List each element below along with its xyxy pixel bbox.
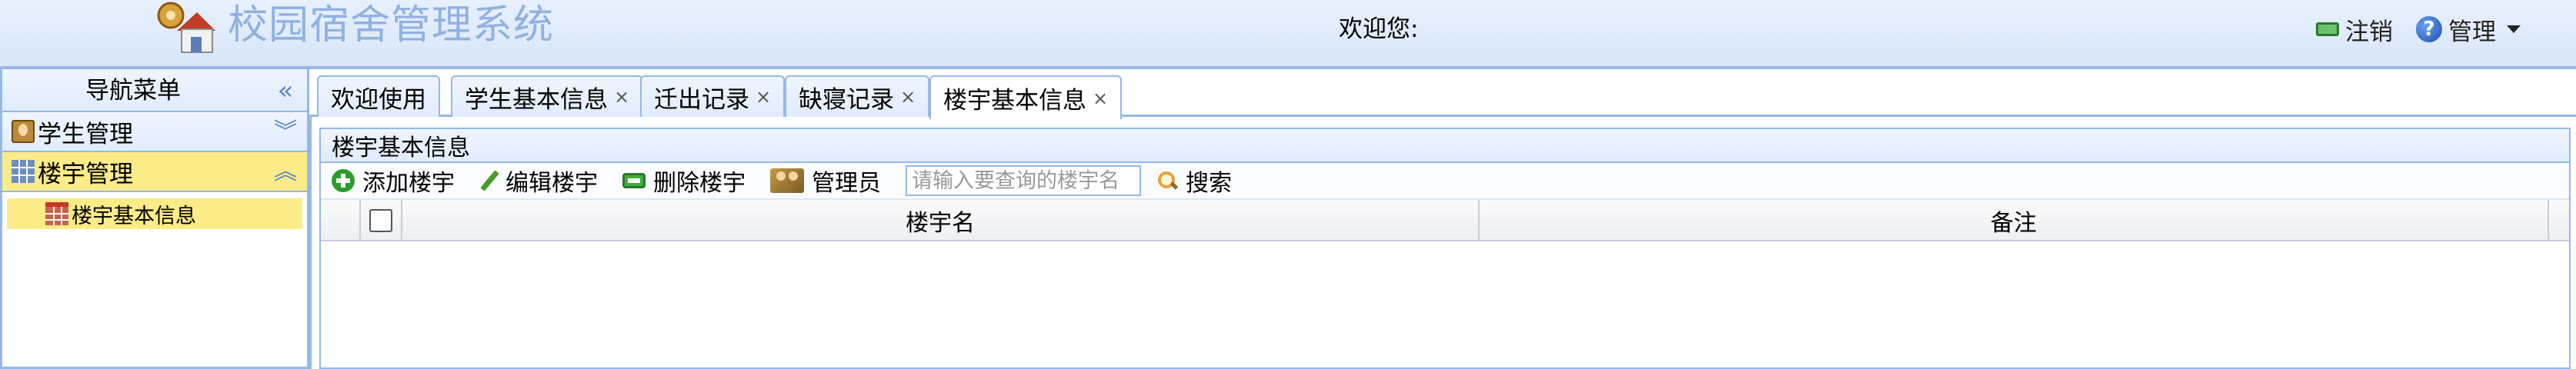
nav-section-building[interactable]: 楼宇管理 ︽ bbox=[2, 152, 307, 192]
add-building-label: 添加楼宇 bbox=[362, 170, 455, 197]
users-icon bbox=[770, 168, 804, 193]
select-all-cell bbox=[361, 200, 402, 241]
nav-section-student[interactable]: 学生管理 ︾ bbox=[2, 112, 307, 152]
close-icon[interactable]: × bbox=[900, 86, 916, 108]
help-icon: ? bbox=[2416, 16, 2442, 42]
house-gear-logo-icon bbox=[157, 2, 215, 53]
toolbar: 添加楼宇 编辑楼宇 删除楼宇 管理员 搜索 bbox=[321, 163, 2569, 200]
expand-down-icon[interactable]: ︾ bbox=[272, 117, 299, 148]
building-grid-icon bbox=[12, 160, 35, 183]
tab-moveout-records[interactable]: 迁出记录 × bbox=[640, 75, 786, 117]
close-icon[interactable]: × bbox=[756, 86, 771, 108]
pencil-icon bbox=[479, 169, 498, 192]
nav-item-label: 楼宇基本信息 bbox=[72, 204, 196, 228]
tab-label: 学生基本信息 bbox=[465, 85, 608, 114]
panel-title: 楼宇基本信息 bbox=[321, 129, 2569, 163]
grid-body bbox=[321, 241, 2569, 367]
nav-section-body: 楼宇基本信息 bbox=[2, 192, 307, 229]
logout-label: 注销 bbox=[2345, 18, 2393, 46]
close-icon[interactable]: × bbox=[614, 86, 629, 108]
tab-label: 楼宇基本信息 bbox=[943, 87, 1086, 115]
edit-building-label: 编辑楼宇 bbox=[506, 170, 598, 197]
search-button[interactable]: 搜索 bbox=[1156, 164, 1232, 198]
edit-building-button[interactable]: 编辑楼宇 bbox=[479, 164, 598, 198]
select-all-checkbox[interactable] bbox=[369, 209, 392, 232]
grid-header: 楼宇名 备注 bbox=[321, 200, 2569, 241]
delete-building-button[interactable]: 删除楼宇 bbox=[622, 164, 746, 198]
collapse-left-icon[interactable]: « bbox=[272, 75, 299, 106]
tab-label: 欢迎使用 bbox=[331, 85, 426, 114]
tab-student-info[interactable]: 学生基本信息 × bbox=[451, 75, 644, 117]
logout-button[interactable]: 注销 bbox=[2316, 12, 2393, 46]
app-header: 校园宿舍管理系统 欢迎您: 注销 ? 管理 bbox=[0, 0, 2576, 69]
welcome-text: 欢迎您: bbox=[1339, 15, 1419, 43]
main-content: 楼宇基本信息 添加楼宇 编辑楼宇 删除楼宇 管理员 搜索 bbox=[309, 117, 2576, 369]
nav-title: 导航菜单 bbox=[85, 77, 181, 105]
tab-welcome[interactable]: 欢迎使用 bbox=[317, 75, 440, 117]
chevron-down-icon bbox=[2507, 25, 2521, 33]
add-building-button[interactable]: 添加楼宇 bbox=[332, 164, 455, 198]
admin-label: 管理 bbox=[2448, 18, 2496, 46]
collapse-up-icon[interactable]: ︽ bbox=[272, 157, 299, 188]
app-title: 校园宿舍管理系统 bbox=[228, 2, 555, 48]
manager-button[interactable]: 管理员 bbox=[770, 164, 881, 198]
manager-label: 管理员 bbox=[812, 170, 881, 197]
search-label: 搜索 bbox=[1186, 170, 1232, 197]
tab-bar: 欢迎使用 学生基本信息 × 迁出记录 × 缺寝记录 × 楼宇基本信息 × bbox=[309, 69, 2576, 119]
close-icon[interactable]: × bbox=[1093, 88, 1108, 109]
logout-icon bbox=[2316, 22, 2339, 36]
nav-section-label: 楼宇管理 bbox=[38, 160, 133, 188]
nav-item-building-info[interactable]: 楼宇基本信息 bbox=[7, 198, 302, 229]
search-icon bbox=[1156, 170, 1178, 191]
navigation-panel: 导航菜单 « 学生管理 ︾ 楼宇管理 ︽ 楼宇基本信息 bbox=[0, 69, 309, 369]
tab-label: 缺寝记录 bbox=[799, 85, 894, 114]
building-panel: 楼宇基本信息 添加楼宇 编辑楼宇 删除楼宇 管理员 搜索 bbox=[319, 128, 2571, 369]
column-header-building-name[interactable]: 楼宇名 bbox=[402, 200, 1480, 241]
nav-section-label: 学生管理 bbox=[38, 120, 133, 148]
search-input[interactable] bbox=[906, 165, 1141, 196]
tab-label: 迁出记录 bbox=[654, 85, 749, 114]
add-icon bbox=[332, 169, 355, 192]
delete-building-label: 删除楼宇 bbox=[653, 170, 746, 197]
column-header-remark[interactable]: 备注 bbox=[1480, 200, 2549, 241]
nav-header: 导航菜单 « bbox=[2, 69, 307, 112]
table-icon bbox=[45, 202, 68, 225]
remove-icon bbox=[622, 173, 646, 188]
tab-building-info[interactable]: 楼宇基本信息 × bbox=[929, 75, 1123, 119]
tab-absence-records[interactable]: 缺寝记录 × bbox=[785, 75, 930, 117]
row-number-column bbox=[321, 200, 361, 241]
admin-menu-button[interactable]: ? 管理 bbox=[2416, 12, 2521, 46]
student-icon bbox=[12, 120, 35, 143]
